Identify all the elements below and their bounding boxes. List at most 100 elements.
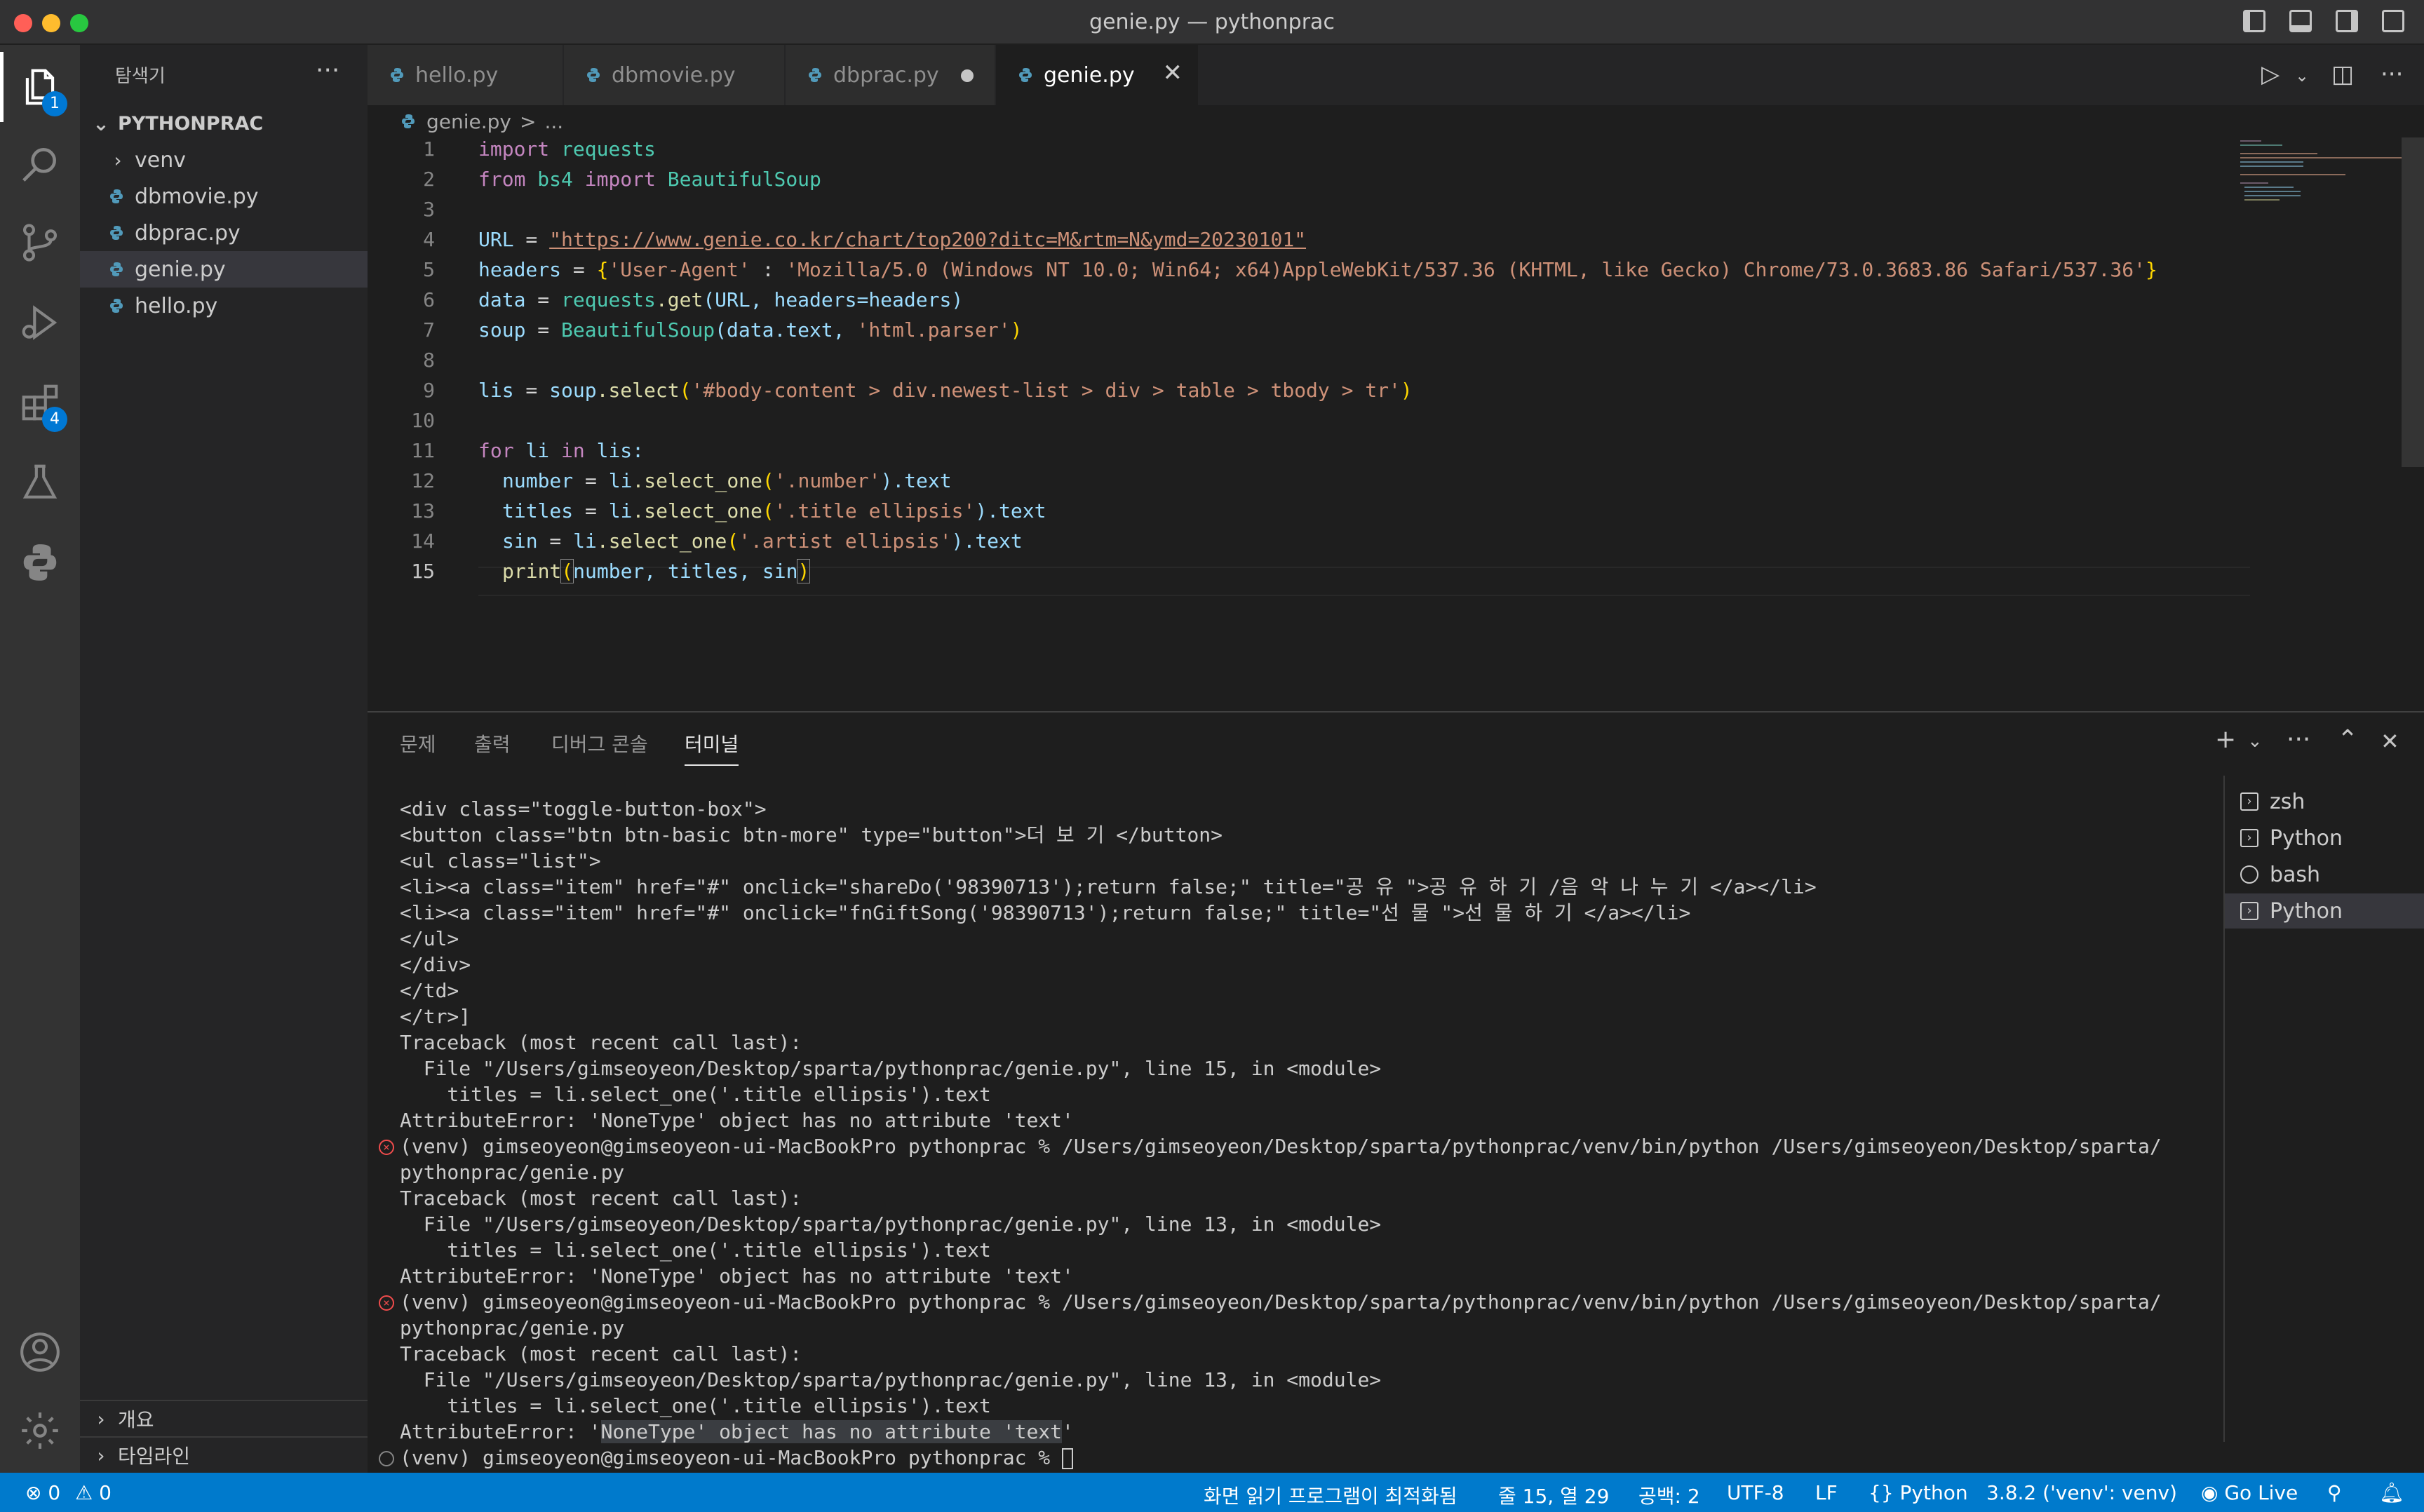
- tree-item-venv[interactable]: › venv: [80, 142, 368, 178]
- terminal-line: pythonprac/genie.py: [400, 1161, 625, 1184]
- terminal-line: AttributeError: 'NoneType' object has no…: [400, 1264, 1074, 1288]
- tab-output[interactable]: 출력: [474, 729, 511, 757]
- code-line: data = requests.get(URL, headers=headers…: [478, 288, 964, 311]
- line-number: 7: [423, 318, 435, 342]
- root-label: PYTHONPRAC: [118, 112, 264, 135]
- terminal-item-python[interactable]: › Python: [2240, 821, 2424, 856]
- encoding-status[interactable]: UTF-8: [1727, 1481, 1784, 1504]
- tree-item-dbmovie[interactable]: dbmovie.py: [80, 178, 368, 215]
- account-icon: [20, 1332, 60, 1372]
- tab-label: dbmovie.py: [612, 62, 736, 88]
- tab-dbprac[interactable]: dbprac.py: [786, 45, 996, 105]
- maximize-panel-icon[interactable]: ⌃: [2337, 725, 2358, 754]
- line-number: 8: [423, 349, 435, 372]
- feedback-icon[interactable]: ⚲: [2327, 1481, 2342, 1504]
- tab-problems[interactable]: 문제: [400, 729, 436, 757]
- line-number: 12: [411, 469, 435, 492]
- go-live-status[interactable]: ◉ Go Live: [2201, 1481, 2298, 1504]
- extensions-activity[interactable]: 4: [0, 367, 80, 438]
- terminal-icon: ›: [2240, 829, 2258, 847]
- error-decoration-icon[interactable]: ×: [379, 1295, 394, 1311]
- code-line: number = li.select_one('.number').text: [502, 469, 952, 492]
- terminal-item-zsh[interactable]: › zsh: [2240, 784, 2424, 819]
- terminal-dropdown-chevron-icon[interactable]: ⌄: [2247, 731, 2263, 752]
- tree-item-dbprac[interactable]: dbprac.py: [80, 215, 368, 251]
- interpreter-status[interactable]: 3.8.2 ('venv': venv): [1986, 1481, 2177, 1504]
- run-dropdown-chevron-icon[interactable]: ⌄: [2295, 66, 2309, 86]
- tab-dbmovie[interactable]: dbmovie.py: [564, 45, 786, 105]
- tab-genie[interactable]: genie.py ✕: [996, 45, 1199, 105]
- cursor-position-status[interactable]: 줄 15, 열 29: [1498, 1481, 1609, 1509]
- explorer-sidebar: 탐색기 ··· ⌄ PYTHONPRAC › venv dbmovie.py d…: [80, 45, 368, 1473]
- terminal-cursor: [1062, 1448, 1074, 1469]
- line-number: 3: [423, 198, 435, 221]
- terminal-line: </div>: [400, 953, 471, 976]
- timeline-label: 타임라인: [118, 1445, 191, 1468]
- screen-reader-status[interactable]: 화면 읽기 프로그램이 최적화됨: [1204, 1481, 1457, 1509]
- line-number: 11: [411, 439, 435, 462]
- tab-label: genie.py: [1044, 62, 1135, 88]
- chevron-right-icon: ›: [97, 1443, 105, 1467]
- toggle-primary-sidebar-icon[interactable]: [2243, 10, 2265, 32]
- tab-debug-console[interactable]: 디버그 콘솔: [551, 729, 648, 757]
- tree-item-genie[interactable]: genie.py: [80, 251, 368, 288]
- language-status[interactable]: {} Python: [1868, 1481, 1968, 1504]
- source-control-activity[interactable]: [0, 208, 80, 278]
- tab-terminal[interactable]: 터미널: [685, 729, 739, 766]
- split-editor-icon[interactable]: ◫: [2331, 60, 2354, 88]
- close-panel-icon[interactable]: ✕: [2381, 728, 2399, 755]
- terminal-prompt-line: (venv) gimseoyeon@gimseoyeon-ui-MacBookP…: [400, 1445, 1074, 1471]
- problems-status[interactable]: ⊗ 0 ⚠ 0: [25, 1481, 112, 1504]
- python-file-icon: [1019, 68, 1032, 82]
- folder-root[interactable]: ⌄ PYTHONPRAC: [80, 105, 368, 142]
- toggle-secondary-sidebar-icon[interactable]: [2336, 10, 2358, 32]
- notifications-bell-icon[interactable]: 🔔︎: [2379, 1481, 2404, 1504]
- customize-layout-icon[interactable]: [2382, 10, 2404, 32]
- more-editor-actions-icon[interactable]: ···: [2381, 60, 2403, 88]
- terminal-item-bash[interactable]: bash: [2240, 857, 2424, 892]
- warning-count: 0: [99, 1481, 112, 1504]
- terminal-item-python-active[interactable]: › Python: [2225, 893, 2424, 929]
- terminal-line: <li><a class="item" href="#" onclick="fn…: [400, 901, 1691, 924]
- terminal-icon: ›: [2240, 792, 2258, 811]
- breadcrumb-file[interactable]: genie.py: [426, 110, 511, 133]
- line-number: 1: [423, 137, 435, 161]
- circle-decoration-icon[interactable]: [379, 1451, 394, 1466]
- terminal-line: Traceback (most recent call last):: [400, 1187, 802, 1210]
- python-activity[interactable]: [0, 527, 80, 598]
- indentation-status[interactable]: 공백: 2: [1638, 1481, 1700, 1509]
- more-actions-icon[interactable]: ···: [316, 56, 339, 85]
- python-file-icon: [402, 114, 415, 128]
- gear-icon: [22, 1412, 58, 1449]
- new-terminal-icon[interactable]: +: [2215, 725, 2236, 754]
- source-control-icon: [22, 224, 58, 262]
- tab-label: hello.py: [415, 62, 499, 88]
- accounts-activity[interactable]: [0, 1317, 80, 1387]
- timeline-section[interactable]: › 타임라인: [80, 1436, 368, 1473]
- tab-hello[interactable]: hello.py: [368, 45, 564, 105]
- run-python-file-icon[interactable]: ▷: [2261, 60, 2280, 88]
- activity-bar: 1 4: [0, 45, 80, 1473]
- terminal-line: pythonprac/genie.py: [400, 1316, 625, 1339]
- outline-section[interactable]: › 개요: [80, 1400, 368, 1436]
- error-decoration-icon[interactable]: ×: [379, 1140, 394, 1155]
- code-editor[interactable]: 1 2 3 4 5 6 7 8 9 10 11 12 13 14 15 impo…: [368, 137, 2424, 711]
- breadcrumb-symbol[interactable]: ...: [544, 110, 563, 133]
- terminal-line: <button class="btn btn-basic btn-more" t…: [400, 823, 1223, 846]
- minimap[interactable]: [2233, 137, 2402, 278]
- terminal-line: (venv) gimseoyeon@gimseoyeon-ui-MacBookP…: [400, 1290, 2162, 1314]
- close-tab-icon[interactable]: ✕: [1163, 59, 1183, 87]
- code-line: URL = "https://www.genie.co.kr/chart/top…: [478, 228, 1307, 251]
- more-panel-actions-icon[interactable]: ···: [2287, 725, 2310, 754]
- manage-activity[interactable]: [0, 1396, 80, 1466]
- window-title: genie.py — pythonprac: [1089, 10, 1335, 34]
- run-debug-activity[interactable]: [0, 288, 80, 358]
- toggle-panel-icon[interactable]: [2289, 10, 2312, 32]
- explorer-activity[interactable]: 1: [0, 52, 80, 122]
- tree-item-hello[interactable]: hello.py: [80, 288, 368, 324]
- line-number: 15: [411, 560, 435, 583]
- editor-scrollbar[interactable]: [2402, 137, 2424, 467]
- testing-activity[interactable]: [0, 447, 80, 518]
- search-activity[interactable]: [0, 129, 80, 199]
- eol-status[interactable]: LF: [1815, 1481, 1838, 1504]
